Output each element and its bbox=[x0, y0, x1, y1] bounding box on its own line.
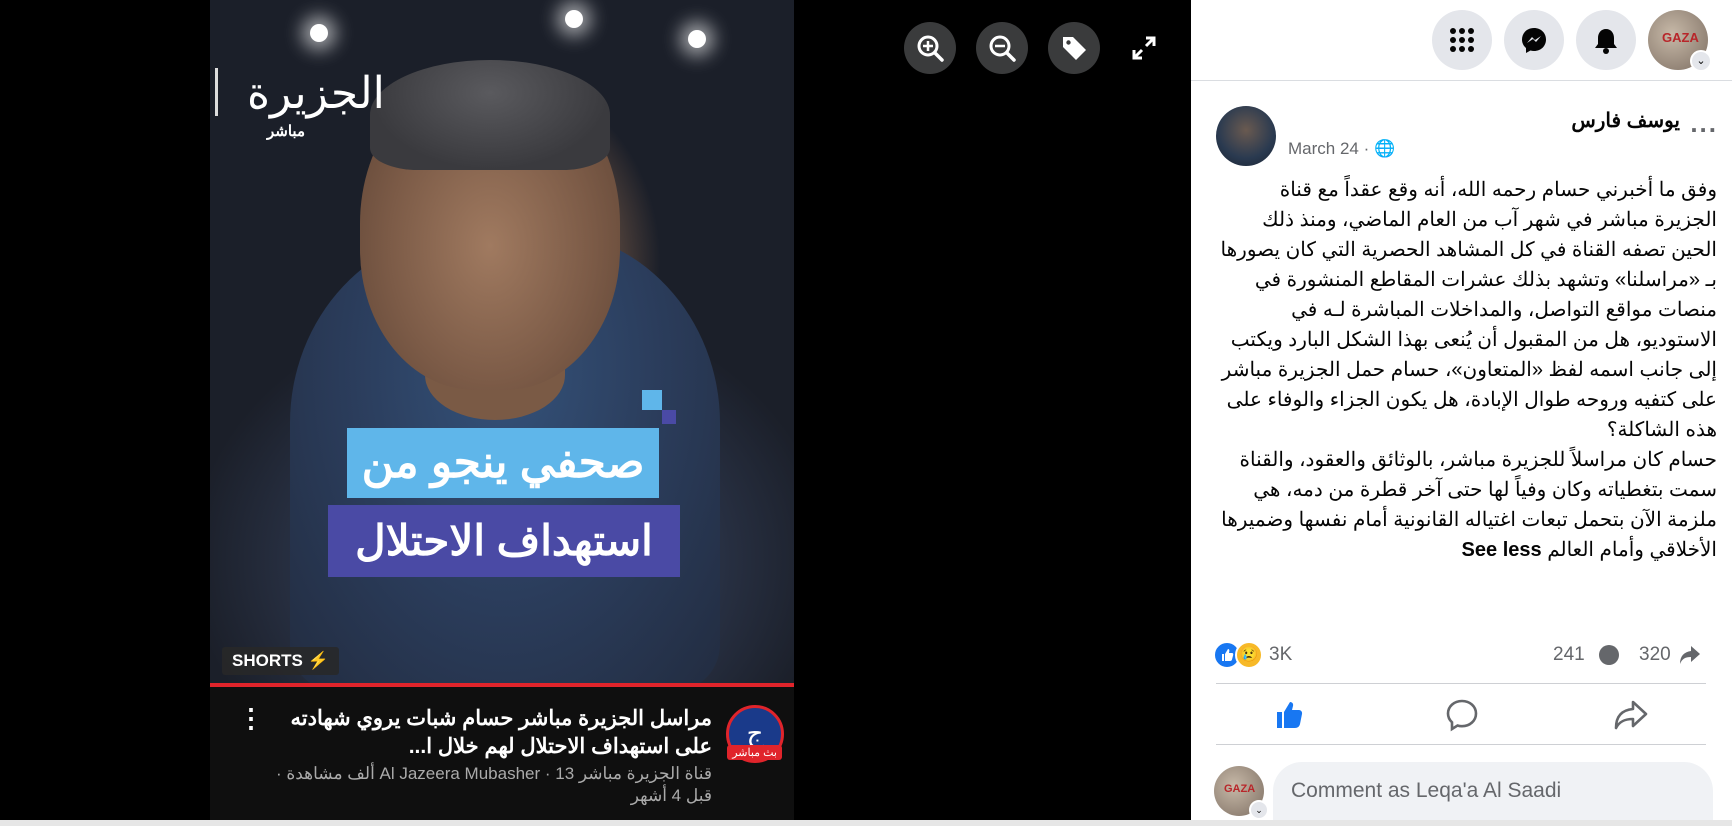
messenger-button[interactable] bbox=[1504, 10, 1564, 70]
comment-input[interactable] bbox=[1273, 762, 1713, 820]
tag-icon bbox=[1063, 37, 1086, 60]
caption-line-1: صحفي ينجو من bbox=[347, 428, 659, 498]
live-badge: بث مباشر bbox=[727, 745, 782, 760]
post-panel: GAZA ⌄ يوسف فارس ... March 24 · 🌐 وفق ما… bbox=[1191, 0, 1732, 826]
shorts-icon: ⚡ bbox=[307, 651, 329, 670]
reaction-summary: 😢 3K 241 320 bbox=[1213, 641, 1713, 671]
person-hair bbox=[370, 60, 610, 170]
zoom-out-icon bbox=[989, 35, 1016, 62]
comment-icon bbox=[1446, 699, 1478, 732]
video-meta: قناة الجزيرة مباشر Al Jazeera Mubasher ·… bbox=[275, 764, 712, 805]
shorts-label: SHORTS bbox=[232, 651, 303, 670]
zoom-in-button[interactable] bbox=[904, 22, 956, 74]
fullscreen-icon bbox=[1132, 36, 1156, 60]
author-avatar[interactable] bbox=[1216, 106, 1276, 166]
comment-count[interactable]: 241 bbox=[1553, 644, 1585, 666]
menu-grid-button[interactable] bbox=[1432, 10, 1492, 70]
aljazeera-logo: الجزيرة مباشر bbox=[247, 66, 385, 140]
bottom-edge bbox=[0, 820, 1732, 826]
sad-reaction-icon: 😢 bbox=[1235, 641, 1263, 669]
menu-grid-icon bbox=[1450, 28, 1474, 52]
video-info: ج بث مباشر مراسل الجزيرة مباشر حسام شبات… bbox=[210, 687, 794, 826]
share-count-icon bbox=[1680, 646, 1700, 664]
post-paragraph: وفق ما أخبرني حسام رحمه الله، أنه وقع عق… bbox=[1220, 179, 1717, 441]
caption-accent-square bbox=[662, 410, 676, 424]
notifications-icon bbox=[1595, 29, 1617, 54]
light-dot bbox=[688, 30, 706, 48]
share-icon bbox=[1614, 700, 1648, 730]
author-name[interactable]: يوسف فارس bbox=[1571, 108, 1680, 133]
avatar-text: GAZA bbox=[1662, 30, 1699, 45]
post-paragraph: حسام كان مراسلاً للجزيرة مباشر، بالوثائق… bbox=[1215, 445, 1717, 565]
reaction-count[interactable]: 3K bbox=[1269, 644, 1292, 666]
video-title: مراسل الجزيرة مباشر حسام شبات يروي شهادت… bbox=[290, 707, 712, 758]
video-screenshot: الجزيرة مباشر صحفي ينجو من استهداف الاحت… bbox=[210, 0, 794, 826]
commenter-chevron-icon[interactable]: ⌄ bbox=[1249, 800, 1269, 820]
avatar-text: GAZA bbox=[1224, 783, 1256, 795]
shorts-badge: SHORTS ⚡ bbox=[222, 647, 339, 675]
share-count[interactable]: 320 bbox=[1639, 644, 1671, 666]
post-date[interactable]: March 24 · 🌐 bbox=[1288, 139, 1395, 159]
logo-subtext: مباشر bbox=[267, 122, 305, 140]
divider bbox=[1216, 744, 1706, 745]
zoom-in-icon bbox=[917, 35, 944, 62]
light-dot bbox=[310, 24, 328, 42]
share-button[interactable] bbox=[1613, 697, 1649, 733]
like-icon bbox=[1277, 702, 1303, 728]
caption-accent-square bbox=[642, 390, 662, 410]
photo-viewer: الجزيرة مباشر صحفي ينجو من استهداف الاحت… bbox=[0, 0, 1191, 826]
comment-count-icon bbox=[1599, 645, 1619, 665]
like-button[interactable] bbox=[1271, 697, 1307, 733]
divider bbox=[1216, 683, 1706, 684]
post-text: وفق ما أخبرني حسام رحمه الله، أنه وقع عق… bbox=[1215, 175, 1717, 565]
light-dot bbox=[565, 10, 583, 28]
tag-button[interactable] bbox=[1048, 22, 1100, 74]
zoom-out-button[interactable] bbox=[976, 22, 1028, 74]
video-frame: الجزيرة مباشر صحفي ينجو من استهداف الاحت… bbox=[210, 0, 794, 690]
side-indicator bbox=[215, 68, 218, 116]
comment-button[interactable] bbox=[1444, 697, 1480, 733]
logo-text: الجزيرة bbox=[247, 68, 385, 119]
messenger-icon bbox=[1522, 28, 1546, 53]
top-bar: GAZA ⌄ bbox=[1191, 0, 1732, 81]
more-options-icon: ⋮ bbox=[238, 703, 264, 733]
notifications-button[interactable] bbox=[1576, 10, 1636, 70]
caption-line-2: استهداف الاحتلال bbox=[328, 505, 680, 577]
see-less-link[interactable]: See less bbox=[1462, 539, 1542, 561]
account-chevron-icon[interactable]: ⌄ bbox=[1690, 50, 1712, 72]
fullscreen-button[interactable] bbox=[1130, 34, 1158, 67]
post-options-icon[interactable]: ... bbox=[1690, 108, 1718, 139]
